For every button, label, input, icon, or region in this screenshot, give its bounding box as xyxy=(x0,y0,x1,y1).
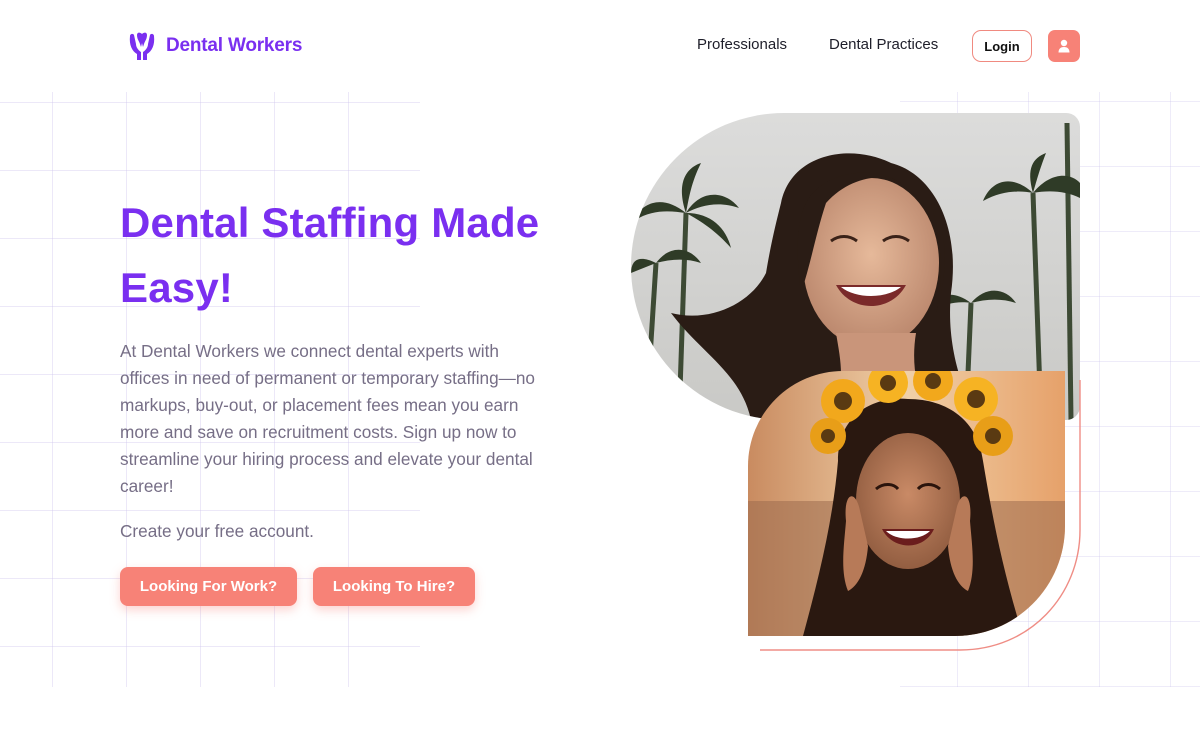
nav-item-dental-practices[interactable]: Dental Practices xyxy=(829,36,938,53)
hero-description: At Dental Workers we connect dental expe… xyxy=(120,341,535,496)
nav-link-dental-practices[interactable]: Dental Practices xyxy=(829,36,938,53)
tooth-hands-logo-icon xyxy=(129,32,155,60)
nav-item-professionals[interactable]: Professionals xyxy=(697,36,787,53)
login-button[interactable]: Login xyxy=(972,30,1032,62)
nav-link-professionals[interactable]: Professionals xyxy=(697,36,787,53)
photo-illustration xyxy=(748,371,1065,636)
hero-title: Dental Staffing Made Easy! xyxy=(120,199,540,311)
account-button[interactable] xyxy=(1048,30,1080,62)
user-icon xyxy=(1058,39,1070,53)
create-account-text: Create your free account. xyxy=(120,521,314,541)
looking-for-work-button[interactable]: Looking For Work? xyxy=(120,567,297,606)
brand-name: Dental Workers xyxy=(166,35,303,56)
site-header: Dental Workers Professionals Dental Prac… xyxy=(0,0,1200,92)
brand-logo[interactable]: Dental Workers xyxy=(126,30,302,62)
looking-to-hire-button[interactable]: Looking To Hire? xyxy=(313,567,475,606)
hero-photo-sunflowers xyxy=(748,371,1065,636)
